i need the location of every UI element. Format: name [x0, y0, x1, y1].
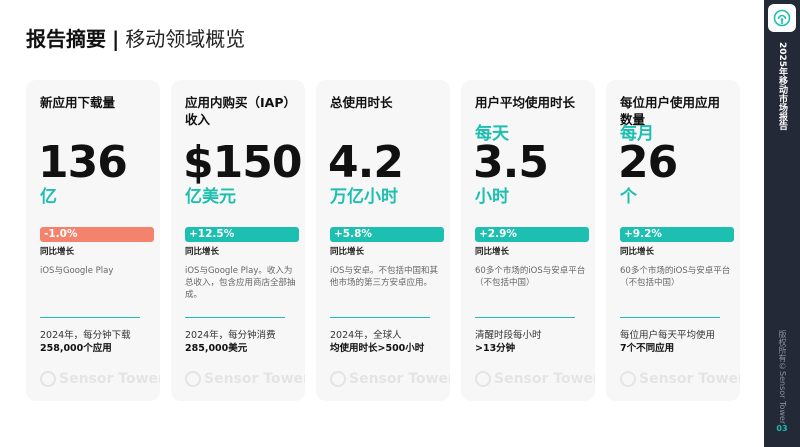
card-unit: 亿美元 [185, 187, 236, 207]
change-badge: -1.0% [40, 227, 154, 242]
card-footer-highlight: 均使用时长>500小时 [330, 343, 425, 354]
metric-card-new-downloads: 新应用下载量 136 亿 -1.0% 同比增长 iOS与Google Play … [26, 80, 160, 401]
card-note: 60多个市场的iOS与安卓平台（不包括中国） [475, 266, 586, 288]
card-note: iOS与安卓。不包括中国和其他市场的第三方安卓应用。 [330, 266, 438, 288]
change-label: 同比增长 [620, 247, 655, 257]
change-label: 同比增长 [330, 247, 365, 257]
page-number: 03 [776, 424, 788, 433]
card-value: 3.5 [473, 137, 549, 188]
card-unit: 万亿小时 [330, 187, 398, 207]
card-divider [185, 317, 285, 318]
card-divider [40, 317, 140, 318]
card-value: 4.2 [328, 137, 404, 188]
change-label: 同比增长 [185, 247, 220, 257]
card-label: 用户平均使用时长 [475, 95, 576, 110]
watermark: Sensor Tower [330, 371, 450, 387]
sidebar-report-title: 2025年移动市场报告 [777, 42, 787, 131]
page-title: 报告摘要 | 移动领域概览 [26, 26, 245, 52]
change-badge: +5.8% [330, 227, 444, 242]
watermark: Sensor Tower [475, 371, 595, 387]
watermark-text: Sensor Tower [59, 371, 160, 387]
card-unit: 小时 [475, 187, 509, 207]
card-label: 每位用户使用应用数量 [620, 95, 721, 127]
card-value: 26 [618, 137, 678, 188]
card-note: iOS与Google Play [40, 266, 114, 276]
card-unit: 个 [620, 187, 637, 207]
metric-card-total-usage: 总使用时长 4.2 万亿小时 +5.8% 同比增长 iOS与安卓。不包括中国和其… [316, 80, 450, 401]
sensor-tower-watermark-icon [40, 371, 56, 387]
card-value: $150 [183, 137, 302, 188]
sensor-tower-logo-icon[interactable] [768, 4, 796, 32]
change-label: 同比增长 [40, 247, 75, 257]
card-divider [330, 317, 430, 318]
card-footer-text: 清醒时段每小时 [475, 330, 542, 341]
report-sidebar: 2025年移动市场报告 版权所有©Sensor Tower 03 [764, 0, 800, 447]
card-footer-text: 2024年，每分钟下载 [40, 330, 131, 341]
sensor-tower-watermark-icon [185, 371, 201, 387]
sidebar-copyright: 版权所有©Sensor Tower [778, 330, 787, 425]
change-badge: +9.2% [620, 227, 734, 242]
card-footer-text: 2024年，全球人 [330, 330, 402, 341]
metric-card-apps-per-user: 每位用户使用应用数量 每月 26 个 +9.2% 同比增长 60多个市场的iOS… [606, 80, 740, 401]
change-badge: +12.5% [185, 227, 299, 242]
page-title-separator: | [112, 27, 120, 51]
card-note: iOS与Google Play。收入为总收入，包含应用商店全部抽成。 [185, 266, 296, 300]
watermark-text: Sensor Tower [349, 371, 450, 387]
card-label: 应用内购买（IAP）收入 [185, 95, 296, 127]
watermark-text: Sensor Tower [494, 371, 595, 387]
card-footer-highlight: 285,000美元 [185, 343, 248, 354]
page-title-main: 报告摘要 [26, 27, 106, 51]
card-footer-text: 每位用户每天平均使用 [620, 330, 716, 341]
change-badge: +2.9% [475, 227, 589, 242]
watermark: Sensor Tower [620, 371, 740, 387]
card-value: 136 [38, 137, 128, 188]
sensor-tower-watermark-icon [475, 371, 491, 387]
watermark: Sensor Tower [40, 371, 160, 387]
change-label: 同比增长 [475, 247, 510, 257]
sensor-tower-watermark-icon [330, 371, 346, 387]
card-footer-highlight: 258,000个应用 [40, 343, 112, 354]
watermark-text: Sensor Tower [204, 371, 305, 387]
watermark-text: Sensor Tower [639, 371, 740, 387]
card-note: 60多个市场的iOS与安卓平台（不包括中国） [620, 266, 731, 288]
card-footer-highlight: >13分钟 [475, 343, 516, 354]
card-label: 新应用下载量 [40, 95, 116, 110]
card-unit: 亿 [40, 187, 57, 207]
card-label: 总使用时长 [330, 95, 393, 110]
metric-card-iap-revenue: 应用内购买（IAP）收入 $150 亿美元 +12.5% 同比增长 iOS与Go… [171, 80, 305, 401]
sensor-tower-watermark-icon [620, 371, 636, 387]
watermark: Sensor Tower [185, 371, 305, 387]
card-footer-text: 2024年，每分钟消费 [185, 330, 276, 341]
card-divider [620, 317, 720, 318]
metric-card-daily-usage: 用户平均使用时长 每天 3.5 小时 +2.9% 同比增长 60多个市场的iOS… [461, 80, 595, 401]
card-footer-highlight: 7个不同应用 [620, 343, 675, 354]
card-divider [475, 317, 575, 318]
page-title-sub: 移动领域概览 [125, 27, 246, 51]
